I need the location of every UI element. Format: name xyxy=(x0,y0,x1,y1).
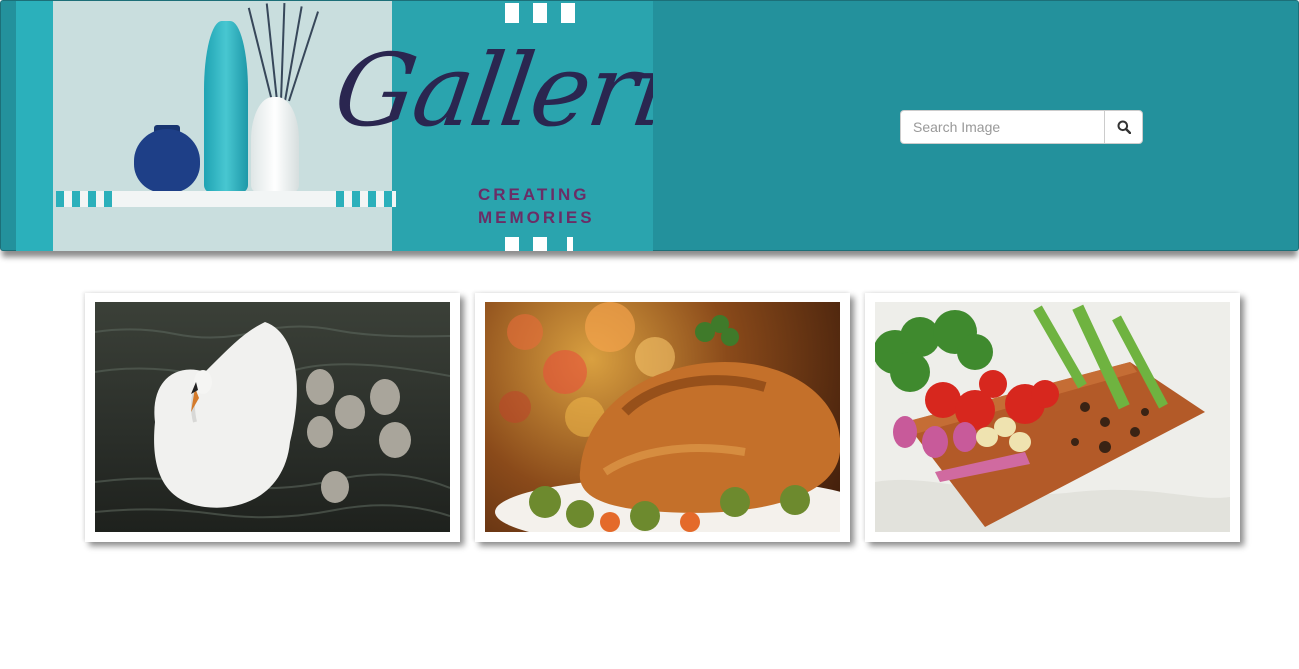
search-button[interactable] xyxy=(1104,110,1143,144)
galleria-banner-image: Galleria CREATING MEMORIES xyxy=(16,1,653,251)
search-input[interactable] xyxy=(900,110,1104,144)
search-bar xyxy=(900,110,1143,144)
tagline-line-2: MEMORIES xyxy=(478,208,595,227)
swan-photo xyxy=(95,302,450,532)
search-icon xyxy=(1117,120,1131,134)
gallery-card-swan[interactable] xyxy=(85,293,460,542)
vegetables-photo xyxy=(875,302,1230,532)
site-header: Galleria CREATING MEMORIES xyxy=(0,0,1299,251)
logo-title: Galleria xyxy=(327,32,653,149)
gallery-card-roast-chicken[interactable] xyxy=(475,293,850,542)
tagline-line-1: CREATING xyxy=(478,185,590,204)
roast-chicken-photo xyxy=(485,302,840,532)
gallery-card-vegetables[interactable] xyxy=(865,293,1240,542)
logo-tagline: CREATING MEMORIES xyxy=(478,183,595,229)
